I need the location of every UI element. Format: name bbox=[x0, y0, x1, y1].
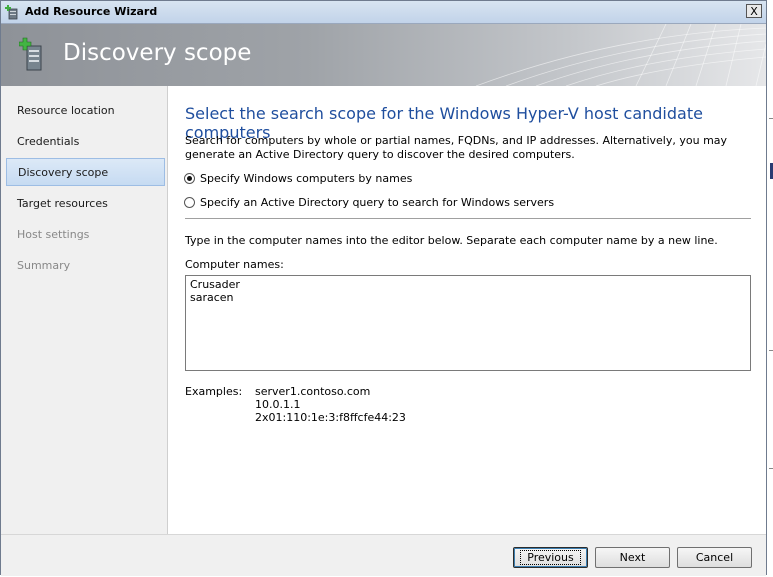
examples-label: Examples: bbox=[185, 385, 243, 398]
previous-label: Previous bbox=[520, 550, 581, 565]
wizard-header: Discovery scope bbox=[1, 24, 766, 86]
edge-mark bbox=[769, 350, 773, 351]
title-bar[interactable]: Add Resource Wizard X bbox=[1, 1, 766, 24]
example-item: server1.contoso.com bbox=[255, 385, 371, 398]
radio-button-checked[interactable] bbox=[184, 172, 195, 184]
cancel-button[interactable]: Cancel bbox=[677, 547, 752, 568]
computer-names-label: Computer names: bbox=[185, 258, 284, 271]
section-description: Search for computers by whole or partial… bbox=[185, 134, 728, 161]
option-label: Specify an Active Directory query to sea… bbox=[200, 195, 555, 209]
wizard-footer: Previous Next Cancel bbox=[1, 534, 766, 576]
instruction-text: Type in the computer names into the edit… bbox=[185, 234, 718, 247]
editor-line: saracen bbox=[190, 291, 234, 304]
nav-item-credentials[interactable]: Credentials bbox=[6, 128, 165, 156]
nav-item-target-resources[interactable]: Target resources bbox=[6, 190, 165, 218]
wizard-nav: Resource location Credentials Discovery … bbox=[5, 91, 167, 534]
radio-button[interactable] bbox=[184, 196, 195, 208]
edge-mark bbox=[769, 118, 773, 119]
next-button[interactable]: Next bbox=[595, 547, 670, 568]
previous-button[interactable]: Previous bbox=[513, 547, 588, 568]
nav-item-discovery-scope[interactable]: Discovery scope bbox=[6, 158, 165, 186]
window-title: Add Resource Wizard bbox=[25, 5, 158, 18]
edge-mark bbox=[769, 468, 773, 469]
computer-names-editor[interactable]: Crusader saracen bbox=[185, 275, 751, 371]
nav-item-resource-location[interactable]: Resource location bbox=[6, 97, 165, 125]
page-title: Discovery scope bbox=[63, 40, 252, 66]
server-add-icon bbox=[19, 37, 42, 71]
example-item: 10.0.1.1 bbox=[255, 398, 301, 411]
content-panel: Select the search scope for the Windows … bbox=[168, 86, 766, 534]
separator bbox=[185, 218, 751, 219]
nav-item-summary: Summary bbox=[17, 259, 71, 272]
cancel-label: Cancel bbox=[695, 551, 734, 564]
next-label: Next bbox=[619, 551, 646, 564]
nav-item-host-settings: Host settings bbox=[17, 228, 90, 241]
editor-line: Crusader bbox=[190, 278, 240, 291]
option-by-names[interactable]: Specify Windows computers by names bbox=[184, 170, 412, 186]
examples-list: server1.contoso.com 10.0.1.1 2x01:110:1e… bbox=[255, 385, 406, 424]
example-item: 2x01:110:1e:3:f8ffcfe44:23 bbox=[255, 411, 406, 424]
wizard-window: Add Resource Wizard X Discovery scope Re… bbox=[0, 0, 767, 576]
background-window-edge bbox=[767, 0, 773, 577]
close-button[interactable]: X bbox=[746, 4, 762, 18]
option-ad-query[interactable]: Specify an Active Directory query to sea… bbox=[184, 194, 554, 210]
option-label: Specify Windows computers by names bbox=[200, 171, 413, 185]
header-decoration bbox=[475, 24, 766, 86]
close-icon: X bbox=[750, 5, 758, 18]
server-add-icon bbox=[5, 5, 18, 20]
